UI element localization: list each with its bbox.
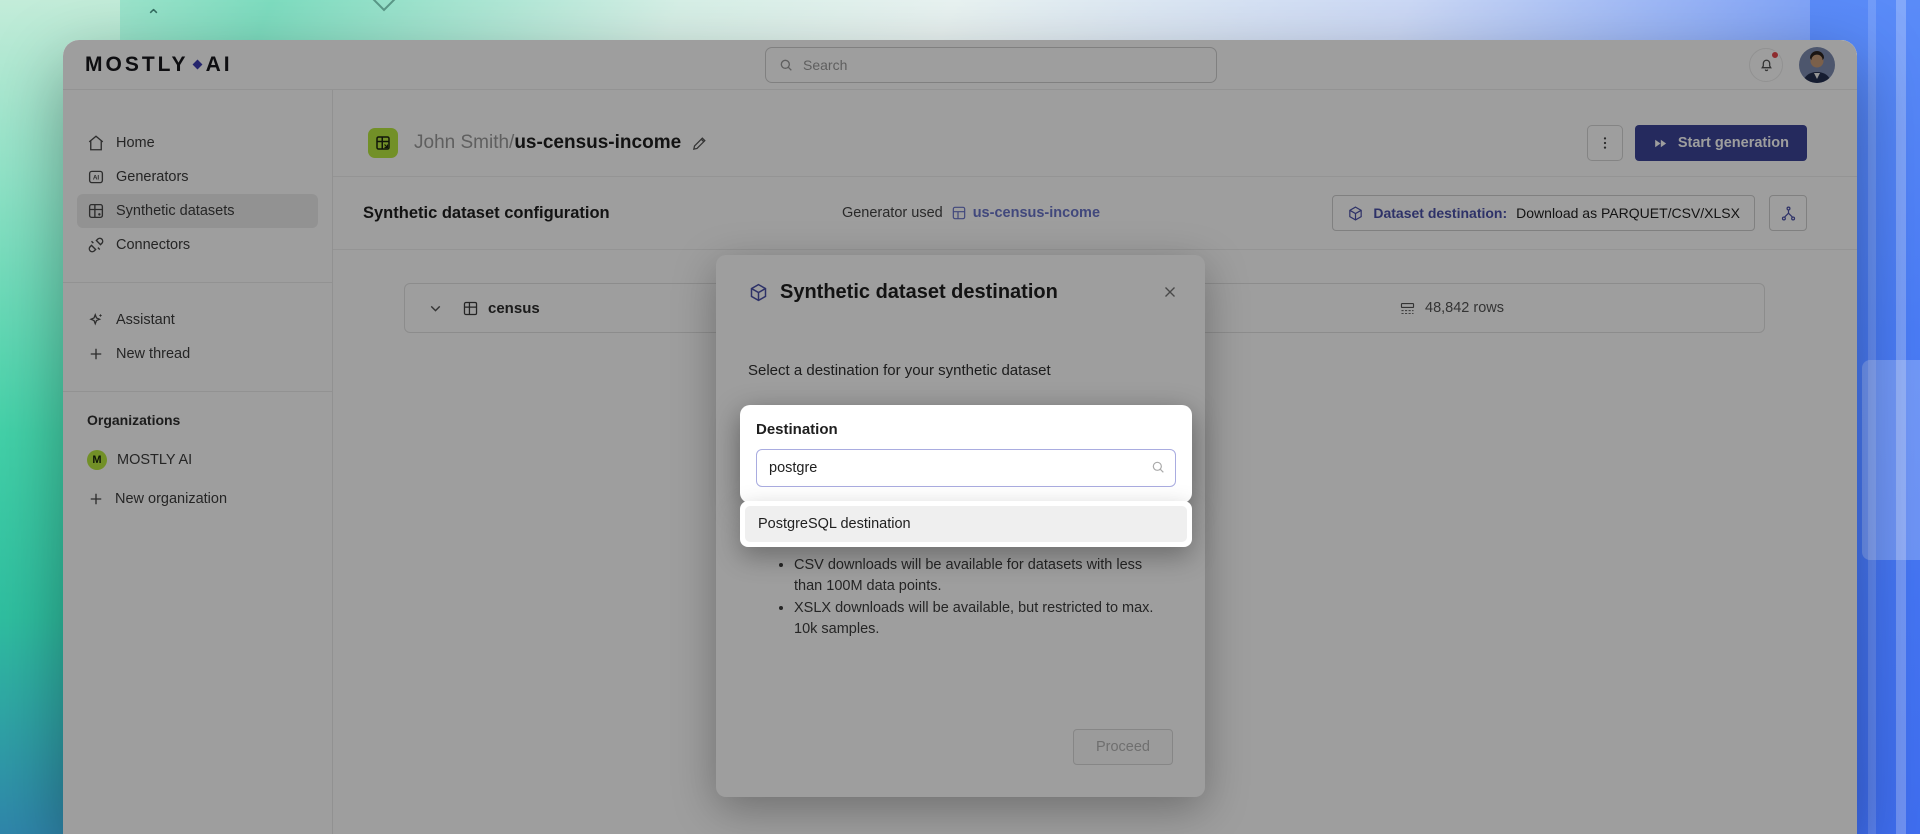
destination-dropdown: PostgreSQL destination <box>740 501 1192 547</box>
decor-patch <box>1862 360 1920 560</box>
destination-picker-card: Destination PostgreSQL destination <box>740 405 1192 503</box>
app-window: MOSTLY AI <box>63 40 1857 834</box>
decor-glyph: ⌃ <box>146 6 161 27</box>
dropdown-option-postgresql[interactable]: PostgreSQL destination <box>745 506 1187 542</box>
destination-search-input[interactable] <box>756 449 1176 487</box>
search-icon <box>1150 459 1166 475</box>
decor-diamond <box>373 0 396 11</box>
destination-field-label: Destination <box>756 421 1176 438</box>
